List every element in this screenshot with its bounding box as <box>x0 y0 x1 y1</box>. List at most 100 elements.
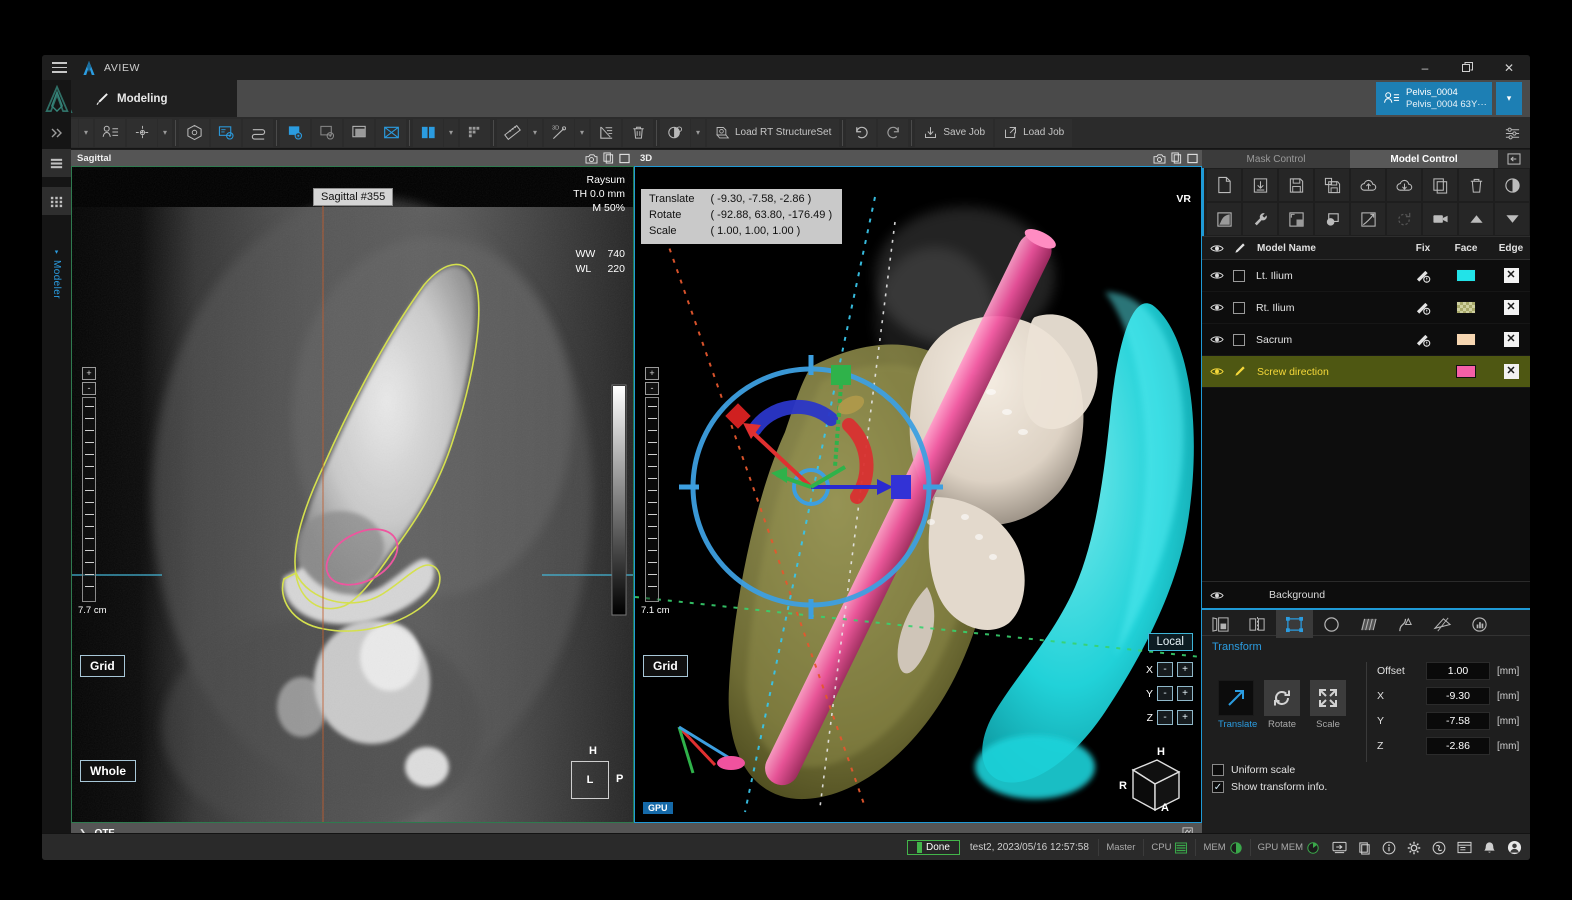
tab-modeling[interactable]: Modeling <box>77 80 237 117</box>
sagittal-scale-bar[interactable] <box>82 397 96 602</box>
grid-icon[interactable] <box>42 187 71 215</box>
contrast-circle-icon[interactable] <box>1495 169 1529 201</box>
expand-right-icon[interactable] <box>42 119 71 147</box>
notification-bell-icon[interactable] <box>1477 837 1501 859</box>
fix-icon[interactable] <box>1406 300 1440 315</box>
scale-mode-button[interactable]: Scale <box>1310 680 1346 730</box>
ruler-caret-icon[interactable]: ▾ <box>528 118 542 147</box>
import-icon[interactable] <box>1243 169 1277 201</box>
fix-icon[interactable] <box>1406 332 1440 347</box>
fix-icon[interactable] <box>1406 268 1440 283</box>
axis-y-plus-button[interactable]: + <box>1177 686 1193 701</box>
sagittal-zoom-in-button[interactable]: + <box>82 367 96 380</box>
model-list-empty-area[interactable] <box>1202 388 1530 581</box>
remesh-icon[interactable] <box>1351 203 1385 235</box>
model-row-screw-direction[interactable]: Screw direction ✕ <box>1202 356 1530 388</box>
arrow-down-icon[interactable] <box>1495 203 1529 235</box>
patient-chip[interactable]: Pelvis_0004 Pelvis_0004 63Y··· <box>1376 82 1492 115</box>
grid-layout-icon[interactable] <box>460 118 490 147</box>
cloud-upload-icon[interactable] <box>1351 169 1385 201</box>
model-row-lt-ilium[interactable]: Lt. Ilium ✕ <box>1202 260 1530 292</box>
module-label[interactable]: Modeler <box>51 260 62 299</box>
wrench-icon[interactable] <box>1243 203 1277 235</box>
list-icon[interactable] <box>42 149 71 177</box>
model-row-rt-ilium[interactable]: Rt. Ilium ✕ <box>1202 292 1530 324</box>
z-input[interactable] <box>1426 737 1490 755</box>
split-icon[interactable] <box>1279 203 1313 235</box>
maximize-icon[interactable] <box>1187 153 1198 164</box>
y-input[interactable] <box>1426 712 1490 730</box>
eye-icon[interactable] <box>1210 243 1224 254</box>
pencil-icon[interactable] <box>1233 242 1246 255</box>
info-icon[interactable] <box>1377 837 1401 859</box>
threed-zoom-in-button[interactable]: + <box>645 367 659 380</box>
ruler-icon[interactable] <box>497 118 527 147</box>
redo-icon[interactable] <box>878 118 909 147</box>
sagittal-grid-button[interactable]: Grid <box>80 655 125 677</box>
threed-grid-button[interactable]: Grid <box>643 655 688 677</box>
save-job-button[interactable]: Save Job <box>915 118 994 147</box>
tab-mask-control[interactable]: Mask Control <box>1202 150 1350 168</box>
x-input[interactable] <box>1426 687 1490 705</box>
offset-input[interactable] <box>1426 662 1490 680</box>
crosshair-icon[interactable] <box>127 118 157 147</box>
model-row-sacrum[interactable]: Sacrum ✕ <box>1202 324 1530 356</box>
mask-filled-icon[interactable] <box>280 118 310 147</box>
face-color-swatch[interactable] <box>1449 365 1483 378</box>
patient-info-icon[interactable] <box>95 118 125 147</box>
cube-3d-icon[interactable] <box>179 118 209 147</box>
maximize-button[interactable] <box>1446 55 1488 80</box>
face-color-swatch[interactable] <box>1449 333 1483 346</box>
boolean-icon[interactable] <box>1315 203 1349 235</box>
axis-z-minus-button[interactable]: - <box>1157 710 1173 725</box>
eye-icon[interactable] <box>1210 334 1224 345</box>
user-avatar-icon[interactable] <box>1502 837 1526 859</box>
ruler-3d-caret-icon[interactable]: ▾ <box>575 118 589 147</box>
settings-gear-icon[interactable] <box>1402 837 1426 859</box>
load-rt-structureset-button[interactable]: Load RT StructureSet <box>707 118 840 147</box>
eye-icon[interactable] <box>1210 590 1224 601</box>
model-edit-checkbox[interactable] <box>1233 301 1245 314</box>
camera-icon[interactable] <box>585 153 598 164</box>
mesh-icon[interactable] <box>376 118 406 147</box>
loop-icon[interactable] <box>243 118 273 147</box>
camera-icon[interactable] <box>1153 153 1166 164</box>
mask-outline-icon[interactable] <box>312 118 342 147</box>
axis-y-minus-button[interactable]: - <box>1157 686 1173 701</box>
ruler-3d-icon[interactable]: 3D <box>544 118 574 147</box>
sagittal-whole-button[interactable]: Whole <box>80 760 136 782</box>
mirror-icon[interactable] <box>1239 610 1276 638</box>
save-as-icon[interactable] <box>1315 169 1349 201</box>
split-layout-icon[interactable] <box>413 118 443 147</box>
annotation-icon[interactable] <box>591 118 621 147</box>
model-edit-checkbox[interactable] <box>1233 269 1245 282</box>
axis-z-plus-button[interactable]: + <box>1177 710 1193 725</box>
save-icon[interactable] <box>1279 169 1313 201</box>
eye-icon[interactable] <box>1210 366 1224 377</box>
edge-toggle[interactable]: ✕ <box>1492 332 1530 347</box>
cloud-download-icon[interactable] <box>1387 169 1421 201</box>
transform-box-icon[interactable] <box>1276 610 1313 638</box>
copy-icon[interactable] <box>603 152 614 164</box>
translate-mode-button[interactable]: Translate <box>1218 680 1257 730</box>
contrast-caret-icon[interactable]: ▾ <box>691 118 705 147</box>
settings-sliders-icon[interactable] <box>1498 119 1526 147</box>
panel-icon[interactable] <box>344 118 374 147</box>
threed-canvas[interactable]: Translate ( -9.30, -7.58, -2.86 ) Rotate (… <box>634 166 1202 823</box>
show-transform-info-checkbox[interactable]: ✓ Show transform info. <box>1212 781 1530 793</box>
curve-icon[interactable] <box>1387 610 1424 638</box>
model-edit-checkbox[interactable] <box>1233 333 1245 346</box>
circle-icon[interactable] <box>1313 610 1350 638</box>
close-button[interactable]: ✕ <box>1488 55 1530 80</box>
mask-eye-icon[interactable] <box>211 118 241 147</box>
new-file-icon[interactable] <box>1207 169 1241 201</box>
copy-icon[interactable] <box>1423 169 1457 201</box>
rotate-dashed-icon[interactable] <box>1387 203 1421 235</box>
chevron-down-icon[interactable]: ▾ <box>1496 82 1522 115</box>
sagittal-canvas[interactable]: Sagittal #355 Raysum TH 0.0 mm M 50% WW 7… <box>71 166 634 823</box>
uniform-scale-checkbox[interactable]: Uniform scale <box>1212 764 1530 776</box>
minimize-button[interactable]: – <box>1404 55 1446 80</box>
axis-x-minus-button[interactable]: - <box>1157 662 1173 677</box>
background-row[interactable]: Background <box>1202 581 1530 608</box>
rotate-mode-button[interactable]: Rotate <box>1264 680 1300 730</box>
